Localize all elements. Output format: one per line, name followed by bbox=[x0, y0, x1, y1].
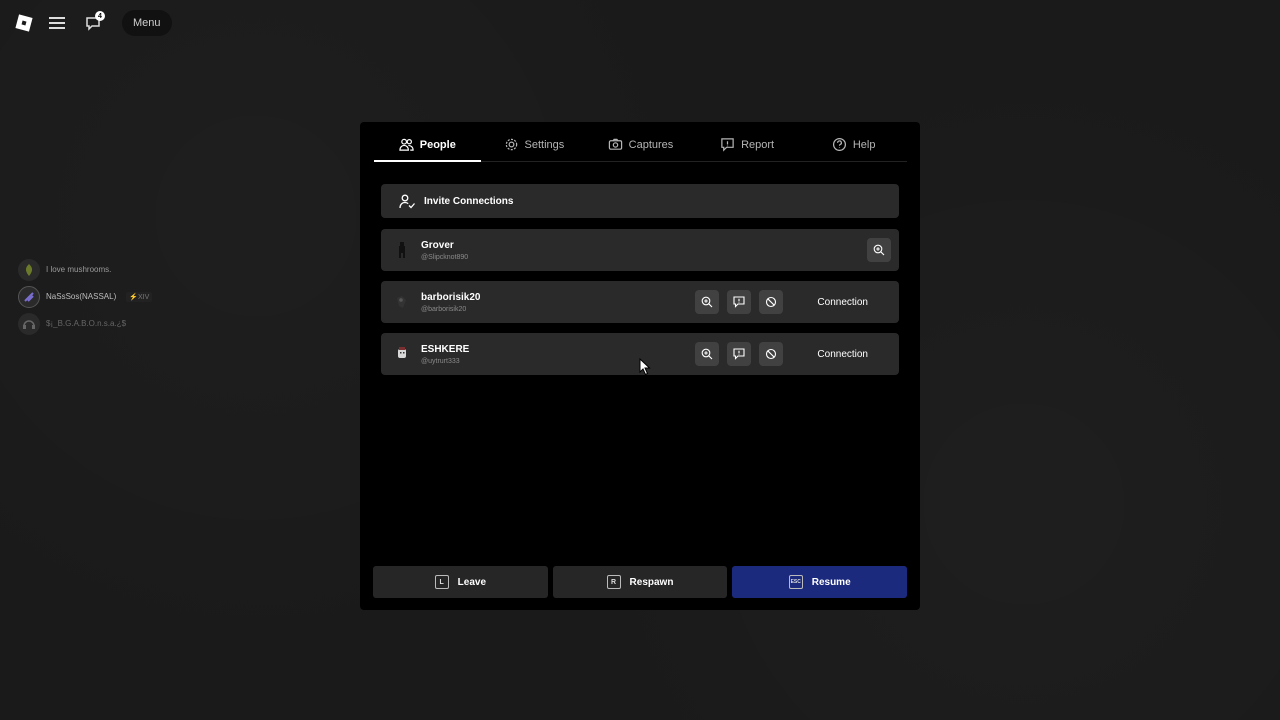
add-person-icon bbox=[399, 194, 415, 209]
chat-notification-icon[interactable]: 4 bbox=[80, 10, 106, 36]
side-list-item[interactable]: NaSsSos(NASSAL) ⚡XIV bbox=[18, 285, 153, 308]
headphones-avatar-icon bbox=[18, 312, 40, 335]
player-display-name: barborisik20 bbox=[421, 291, 481, 303]
side-item-text: NaSsSos(NASSAL) bbox=[46, 292, 117, 301]
player-actions bbox=[695, 290, 783, 314]
player-avatar bbox=[18, 285, 40, 308]
tab-help[interactable]: Help bbox=[800, 128, 907, 161]
inspect-button[interactable] bbox=[867, 238, 891, 262]
side-list-item[interactable]: $¡_B.G.A.B.O.n.s.a.¿$ bbox=[18, 312, 152, 335]
player-names: Grover @Slipcknot890 bbox=[421, 240, 468, 261]
tab-people[interactable]: People bbox=[374, 128, 481, 162]
player-row[interactable]: barborisik20 @barborisik20 Connection bbox=[381, 281, 899, 323]
respawn-button[interactable]: R Respawn bbox=[552, 566, 728, 598]
top-bar: 4 Menu bbox=[14, 10, 172, 36]
tab-report[interactable]: Report bbox=[694, 128, 801, 161]
camera-icon bbox=[608, 138, 622, 150]
block-icon bbox=[765, 348, 777, 360]
keybind-hint: R bbox=[606, 575, 621, 589]
tab-settings[interactable]: Settings bbox=[481, 128, 588, 161]
button-label: Respawn bbox=[629, 576, 674, 588]
connection-button[interactable]: Connection bbox=[817, 297, 868, 308]
report-player-button[interactable] bbox=[727, 342, 751, 366]
player-names: ESHKERE @uytrurt333 bbox=[421, 344, 469, 365]
button-label: Leave bbox=[457, 576, 487, 588]
tab-label: Help bbox=[852, 138, 876, 151]
player-avatar bbox=[392, 292, 412, 312]
side-chat-list: I love mushrooms. NaSsSos(NASSAL) ⚡XIV $… bbox=[18, 258, 153, 335]
mouse-cursor-icon bbox=[639, 358, 651, 376]
zoom-in-icon bbox=[873, 244, 885, 256]
keybind-hint: L bbox=[434, 575, 449, 589]
connection-button[interactable]: Connection bbox=[817, 349, 868, 360]
tab-label: People bbox=[419, 138, 456, 151]
tab-captures[interactable]: Captures bbox=[587, 128, 694, 161]
block-button[interactable] bbox=[759, 342, 783, 366]
zoom-in-icon bbox=[701, 296, 713, 308]
side-item-text: I love mushrooms. bbox=[46, 265, 112, 274]
report-icon bbox=[733, 296, 745, 308]
player-display-name: ESHKERE bbox=[421, 343, 470, 355]
keybind-hint: ESC bbox=[788, 575, 803, 589]
player-handle: @barborisik20 bbox=[421, 305, 467, 313]
leaf-avatar-icon bbox=[18, 258, 40, 281]
report-icon bbox=[721, 138, 734, 152]
tab-label: Settings bbox=[524, 138, 565, 151]
block-button[interactable] bbox=[759, 290, 783, 314]
player-row[interactable]: Grover @Slipcknot890 bbox=[381, 229, 899, 271]
gear-icon bbox=[505, 138, 517, 151]
button-label: Resume bbox=[811, 576, 851, 588]
inspect-button[interactable] bbox=[695, 290, 719, 314]
player-names: barborisik20 @barborisik20 bbox=[421, 292, 480, 313]
invite-connections-button[interactable]: Invite Connections bbox=[381, 184, 899, 218]
player-display-name: Grover bbox=[421, 239, 454, 251]
player-handle: @Slipcknot890 bbox=[421, 253, 469, 261]
tab-bar: People Settings Captures Report Help bbox=[374, 128, 907, 162]
zoom-in-icon bbox=[701, 348, 713, 360]
player-handle: @uytrurt333 bbox=[421, 357, 460, 365]
inspect-button[interactable] bbox=[695, 342, 719, 366]
report-player-button[interactable] bbox=[727, 290, 751, 314]
leave-button[interactable]: L Leave bbox=[373, 566, 548, 598]
tab-label: Captures bbox=[628, 138, 674, 151]
roblox-logo-icon[interactable] bbox=[14, 13, 34, 33]
menu-button[interactable]: Menu bbox=[122, 10, 172, 36]
report-icon bbox=[733, 348, 745, 360]
help-icon bbox=[832, 137, 846, 152]
player-actions bbox=[695, 342, 783, 366]
side-item-text: $¡_B.G.A.B.O.n.s.a.¿$ bbox=[46, 319, 127, 328]
people-icon bbox=[399, 138, 414, 151]
invite-label: Invite Connections bbox=[424, 195, 514, 207]
notification-badge: 4 bbox=[95, 11, 105, 21]
player-avatar bbox=[392, 240, 412, 260]
hamburger-menu-icon[interactable] bbox=[44, 10, 70, 36]
bottom-actions: L Leave R Respawn ESC Resume bbox=[373, 566, 908, 598]
side-list-item[interactable]: I love mushrooms. bbox=[18, 258, 152, 281]
block-icon bbox=[765, 296, 777, 308]
tab-label: Report bbox=[741, 138, 775, 151]
side-item-tag: ⚡XIV bbox=[126, 291, 153, 302]
resume-button[interactable]: ESC Resume bbox=[732, 566, 908, 598]
player-avatar bbox=[392, 344, 412, 364]
